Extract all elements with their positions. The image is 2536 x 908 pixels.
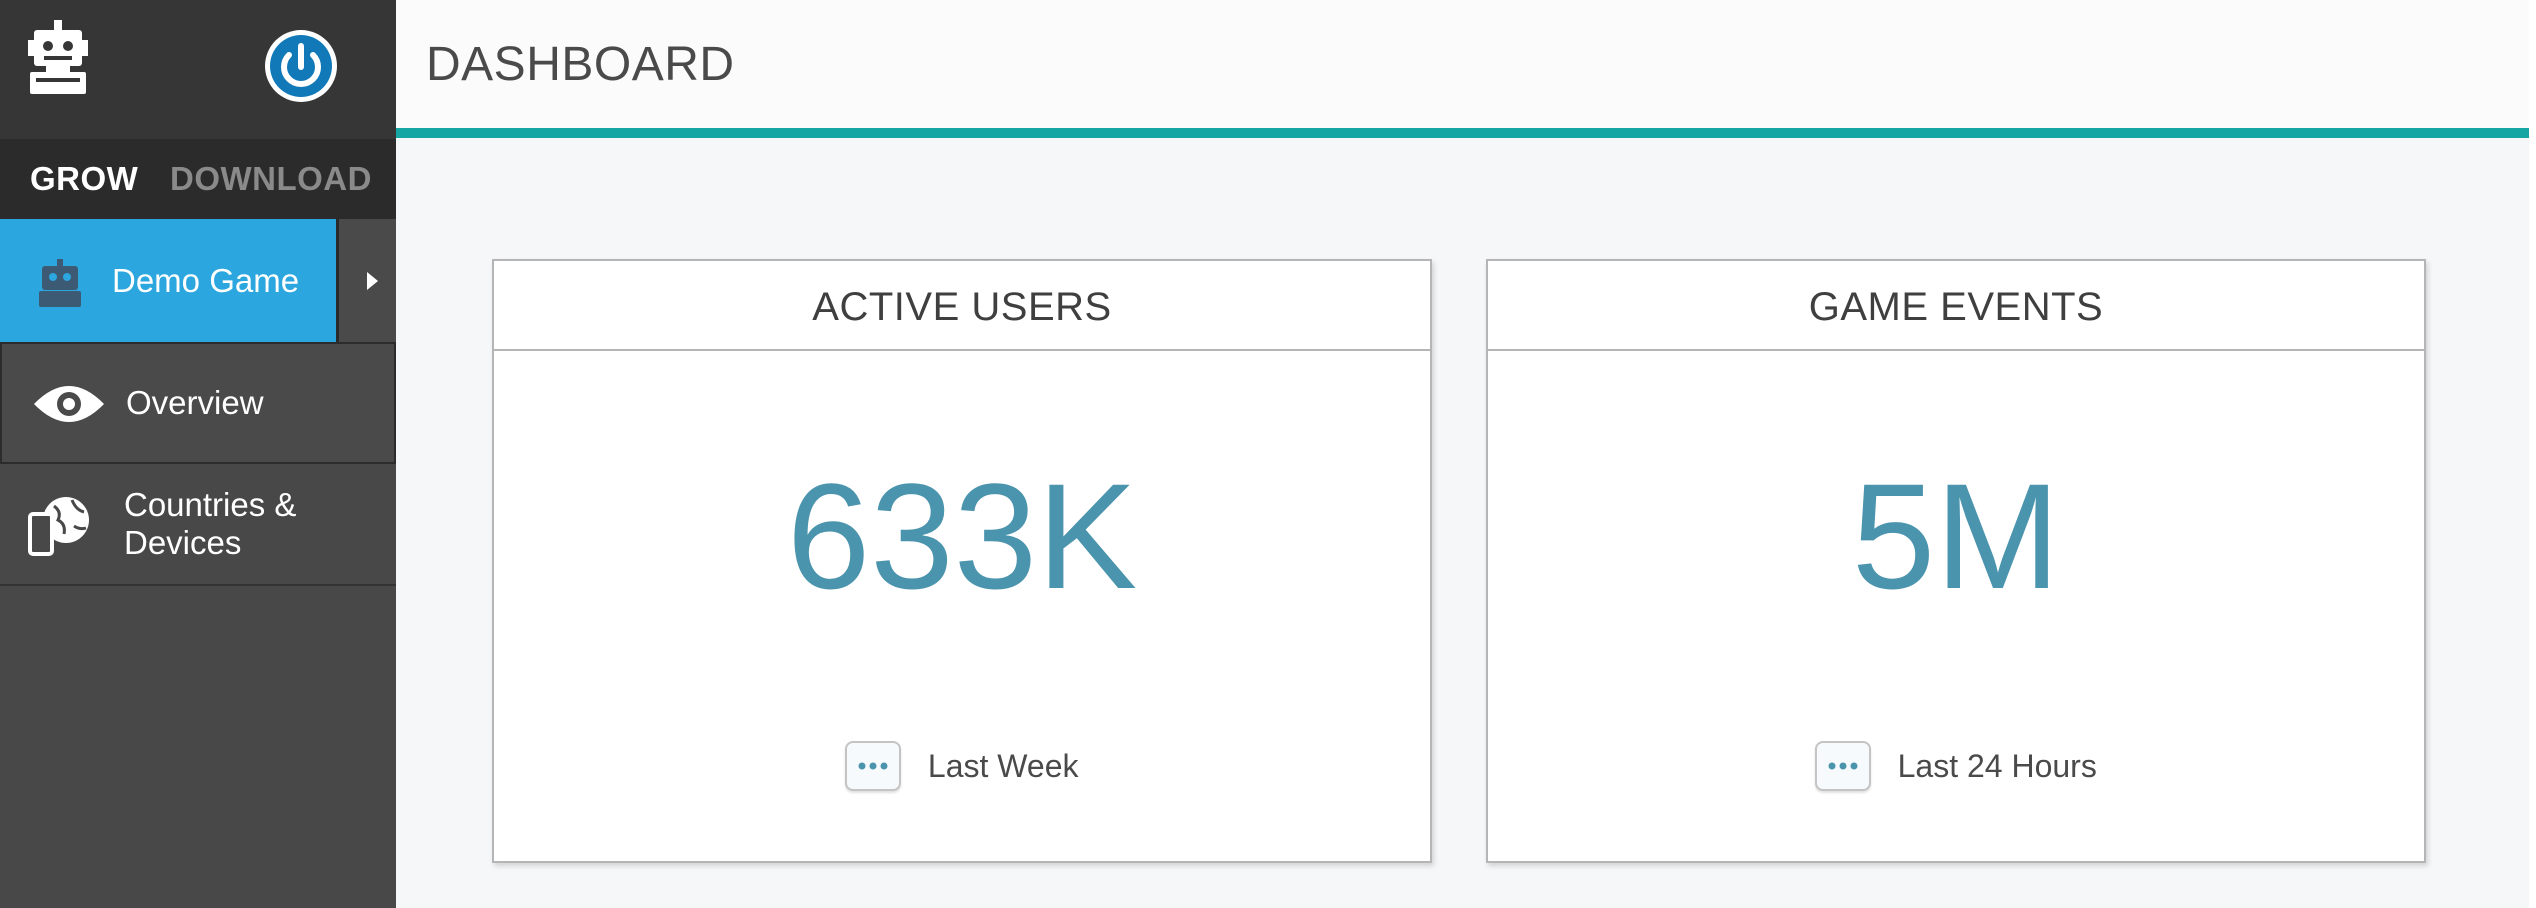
sidebar-item-overview[interactable]: Overview — [0, 342, 396, 464]
page-title: DASHBOARD — [426, 38, 735, 91]
sidebar-item-label: Overview — [126, 384, 264, 421]
card-title: GAME EVENTS — [1488, 261, 2424, 351]
card-title: ACTIVE USERS — [494, 261, 1430, 351]
sidebar-item-label: Countries & Devices — [124, 486, 297, 561]
robot-logo-icon — [28, 20, 88, 94]
sidebar: GROW DOWNLOAD Demo Game Overview Countri… — [0, 0, 396, 908]
ellipsis-icon — [858, 762, 888, 770]
robot-icon — [39, 259, 81, 307]
card-footer: Last Week — [494, 741, 1430, 797]
page-edge — [2529, 0, 2536, 908]
game-name: Demo Game — [112, 262, 300, 299]
caret-right-icon — [367, 272, 378, 290]
mode-tabs: GROW DOWNLOAD — [0, 139, 396, 219]
game-selector[interactable]: Demo Game — [0, 219, 336, 342]
page-header: DASHBOARD — [396, 0, 2529, 138]
sidebar-item-countries-devices[interactable]: Countries & Devices — [0, 464, 396, 586]
ellipsis-icon — [1828, 762, 1858, 770]
active-users-card: ACTIVE USERS 633K Last Week — [492, 259, 1432, 863]
tab-download[interactable]: DOWNLOAD — [170, 139, 372, 219]
sidebar-header — [0, 0, 396, 139]
more-options-button[interactable] — [845, 741, 902, 791]
period-label: Last Week — [927, 747, 1079, 784]
power-button[interactable] — [265, 30, 337, 102]
tab-grow[interactable]: GROW — [30, 139, 138, 219]
power-icon — [270, 35, 332, 97]
globe-device-icon — [28, 497, 89, 556]
more-options-button[interactable] — [1815, 741, 1872, 791]
card-footer: Last 24 Hours — [1488, 741, 2424, 797]
main-content: DASHBOARD ACTIVE USERS 633K Last Week GA… — [396, 0, 2536, 908]
game-expand-button[interactable] — [336, 219, 396, 342]
period-label: Last 24 Hours — [1897, 747, 2097, 784]
eye-icon — [34, 386, 104, 422]
metric-value: 633K — [786, 452, 1138, 620]
metric-value: 5M — [1851, 452, 2061, 620]
app: GROW DOWNLOAD Demo Game Overview Countri… — [0, 0, 2536, 908]
game-events-card: GAME EVENTS 5M Last 24 Hours — [1486, 259, 2426, 863]
